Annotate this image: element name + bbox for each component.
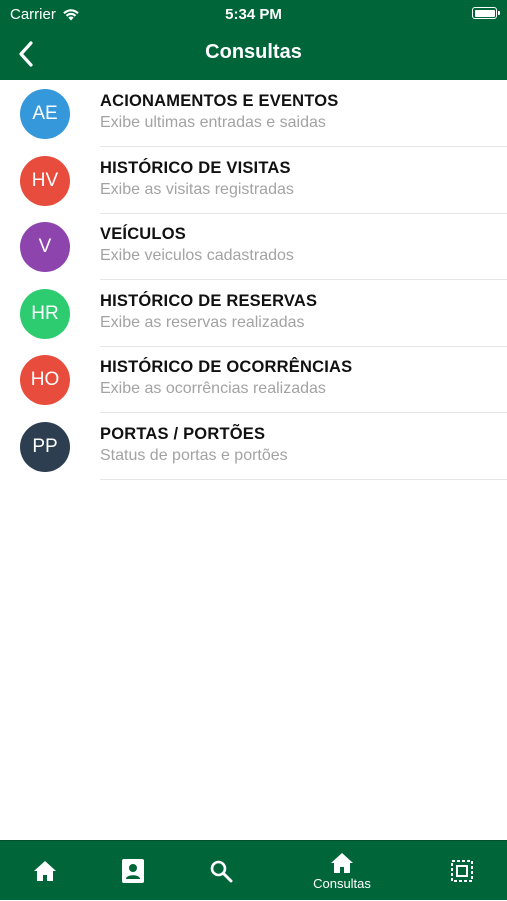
list-item-title: HISTÓRICO DE RESERVAS (100, 291, 318, 310)
status-bar: Carrier 5:34 PM (0, 0, 507, 28)
list-item-text: VEÍCULOS Exibe veiculos cadastrados (100, 213, 507, 280)
list-item-subtitle: Exibe as ocorrências realizadas (100, 380, 326, 397)
list-item-title: PORTAS / PORTÕES (100, 424, 266, 443)
list-item-text: HISTÓRICO DE VISITAS Exibe as visitas re… (100, 147, 507, 214)
tab-scan[interactable] (432, 841, 492, 901)
list-item-subtitle: Exibe as visitas registradas (100, 180, 294, 198)
consultas-list: AE ACIONAMENTOS E EVENTOS Exibe ultimas … (0, 80, 507, 480)
list-item-veiculos[interactable]: V VEÍCULOS Exibe veiculos cadastrados (0, 213, 507, 280)
list-item-subtitle: Status de portas e portões (100, 446, 288, 464)
list-item-text: HISTÓRICO DE RESERVAS Exibe as reservas … (100, 280, 507, 347)
list-item-title: HISTÓRICO DE OCORRÊNCIAS (100, 358, 353, 376)
list-item-subtitle: Exibe ultimas entradas e saidas (100, 114, 326, 131)
battery-icon (472, 7, 500, 19)
list-item-historico-reservas[interactable]: HR HISTÓRICO DE RESERVAS Exibe as reserv… (0, 280, 507, 347)
tab-home[interactable] (15, 841, 75, 901)
list-item-subtitle: Exibe as reservas realizadas (100, 313, 305, 331)
list-item-title: VEÍCULOS (100, 225, 186, 243)
nav-bar: Consultas (0, 28, 507, 80)
list-item-subtitle: Exibe veiculos cadastrados (100, 247, 294, 264)
list-item-title: ACIONAMENTOS E EVENTOS (100, 92, 339, 110)
page-title: Consultas (205, 41, 302, 63)
tab-bar: Consultas (0, 840, 507, 900)
list-item-text: PORTAS / PORTÕES Status de portas e port… (100, 413, 507, 480)
contact-card-icon (122, 859, 144, 883)
avatar: HV (20, 155, 70, 206)
list-item-historico-visitas[interactable]: HV HISTÓRICO DE VISITAS Exibe as visitas… (0, 147, 507, 214)
avatar: PP (20, 421, 70, 472)
scan-frame-icon (451, 860, 473, 882)
tab-consultas[interactable]: Consultas (292, 841, 392, 901)
tab-label: Consultas (313, 875, 371, 891)
list-item-title: HISTÓRICO DE VISITAS (100, 158, 291, 177)
list-item-portas-portoes[interactable]: PP PORTAS / PORTÕES Status de portas e p… (0, 413, 507, 480)
avatar: HO (20, 355, 70, 405)
list-item-acionamentos[interactable]: AE ACIONAMENTOS E EVENTOS Exibe ultimas … (0, 80, 507, 147)
home-icon (34, 861, 56, 881)
list-item-text: HISTÓRICO DE OCORRÊNCIAS Exibe as ocorrê… (100, 346, 507, 413)
search-icon (210, 860, 233, 883)
avatar: V (20, 222, 70, 272)
tab-search[interactable] (191, 841, 251, 901)
avatar: AE (20, 89, 70, 139)
list-item-historico-ocorrencias[interactable]: HO HISTÓRICO DE OCORRÊNCIAS Exibe as oco… (0, 346, 507, 413)
status-time: 5:34 PM (225, 6, 282, 23)
avatar: HR (20, 288, 70, 339)
home-icon (331, 852, 353, 873)
tab-contacts[interactable] (103, 841, 163, 901)
list-item-text: ACIONAMENTOS E EVENTOS Exibe ultimas ent… (100, 80, 507, 147)
